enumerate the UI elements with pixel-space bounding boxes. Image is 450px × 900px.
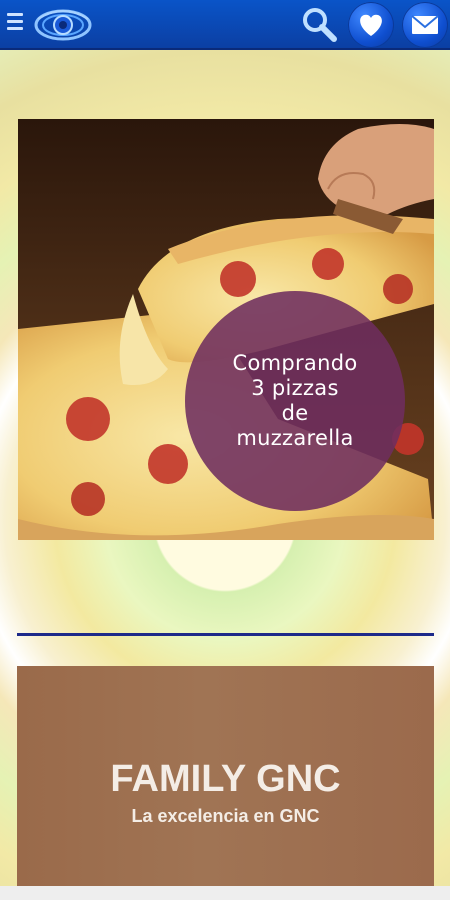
top-app-bar (0, 0, 450, 50)
bottom-strip (0, 886, 450, 900)
envelope-icon (411, 15, 439, 34)
promo-offer-circle: Comprando 3 pizzas de muzzarella (185, 291, 405, 511)
pizza-promo-banner[interactable]: Comprando 3 pizzas de muzzarella (18, 119, 434, 540)
brand-title: FAMILY GNC (110, 758, 341, 800)
hamburger-menu-icon (7, 13, 23, 16)
menu-button[interactable] (7, 13, 23, 33)
section-divider (17, 633, 434, 636)
heart-icon (360, 14, 382, 37)
family-gnc-banner[interactable]: FAMILY GNC La excelencia en GNC (17, 666, 434, 886)
promo-offer-text: Comprando 3 pizzas de muzzarella (232, 351, 358, 450)
brand-subtitle: La excelencia en GNC (131, 806, 320, 826)
favorites-button[interactable] (348, 2, 394, 48)
search-icon[interactable] (300, 6, 338, 44)
eye-logo-icon[interactable] (34, 5, 92, 45)
contact-button[interactable] (402, 2, 448, 48)
